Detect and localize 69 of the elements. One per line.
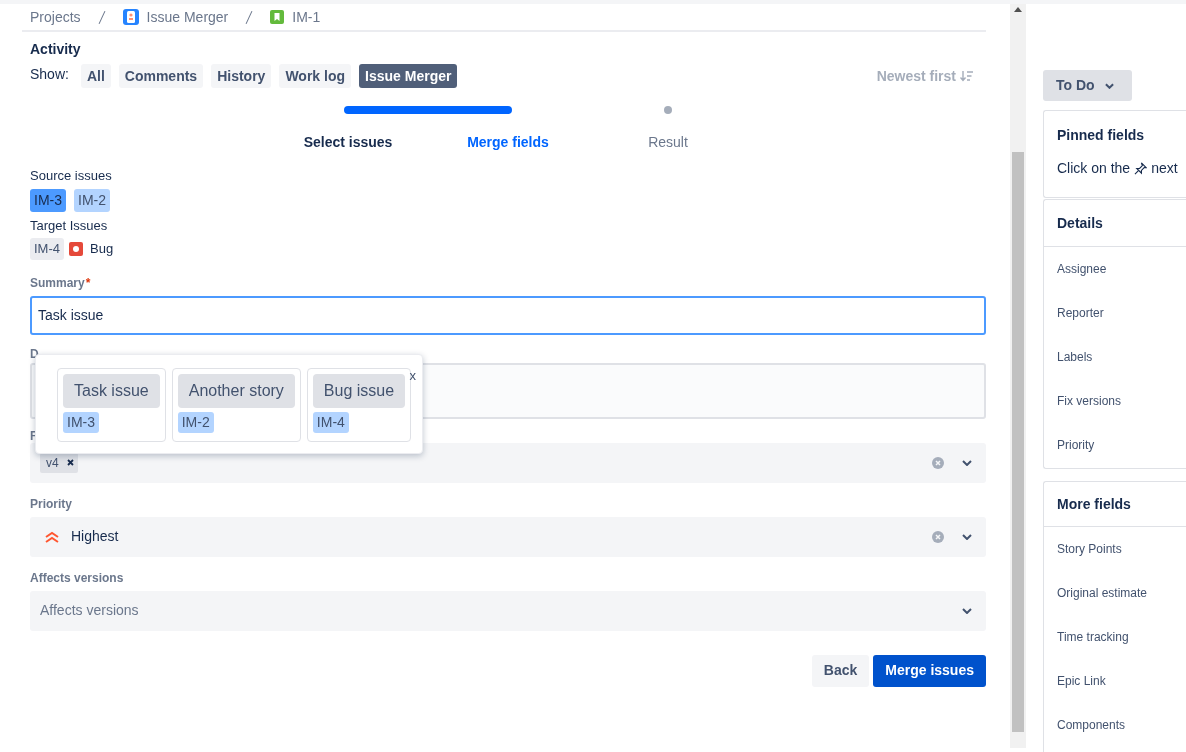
panel-title: More fields: [1044, 482, 1186, 527]
suggestion-card[interactable]: Task issue IM-3: [57, 368, 166, 442]
field-name: Story Points: [1056, 541, 1123, 558]
field-label: Source issues: [30, 167, 113, 185]
field-label: D: [30, 345, 40, 361]
suggestion-text: Task issue: [63, 374, 160, 408]
scrollbar-thumb[interactable]: [1012, 152, 1024, 732]
field-name: Original estimate: [1056, 585, 1149, 602]
issue-key-tag: IM-3: [63, 412, 99, 433]
bug-icon: [69, 241, 83, 256]
issue-type: Bug: [90, 240, 114, 258]
issue-key-tag[interactable]: IM-2: [74, 188, 110, 212]
chevron-down-icon[interactable]: [962, 607, 972, 614]
field-name: Priority: [1056, 437, 1096, 454]
field-name: Time tracking: [1056, 629, 1130, 646]
sort-icon: [960, 70, 974, 82]
scrollbar[interactable]: [1010, 4, 1026, 748]
affects-versions-select[interactable]: Affects versions: [30, 590, 986, 631]
field-name: Labels: [1056, 349, 1094, 366]
field-label: Priority: [30, 495, 73, 513]
priority-select[interactable]: Highest: [30, 516, 986, 557]
show-label: Show:: [30, 64, 69, 84]
issue-key-tag[interactable]: IM-4: [30, 238, 64, 260]
hint-text: next: [1151, 159, 1178, 178]
suggestion-text: Bug issue: [312, 374, 406, 408]
highest-priority-icon: [44, 530, 60, 543]
field-name: Epic Link: [1056, 673, 1107, 690]
filter-tab[interactable]: Work log: [279, 64, 352, 88]
breadcrumb-link[interactable]: Projects: [30, 6, 81, 28]
issue-key-tag: IM-2: [177, 412, 214, 433]
field-name: Assignee: [1056, 261, 1108, 278]
field-label: Target Issues: [30, 216, 109, 235]
panel-title: Pinned fields: [1056, 126, 1146, 145]
hint-text: Click on the: [1057, 159, 1131, 178]
pin-icon: [1134, 162, 1148, 175]
suggestion-text: Another story: [177, 374, 295, 408]
chevron-down-icon: [1104, 82, 1114, 89]
field-name: Components: [1056, 717, 1127, 734]
field-label: Summary: [30, 274, 85, 292]
chevron-down-icon[interactable]: [962, 533, 972, 540]
action-button[interactable]: Merge issues: [873, 654, 986, 687]
required-mark: *: [85, 274, 91, 292]
close-button[interactable]: x: [409, 369, 416, 382]
step-label[interactable]: Result: [648, 132, 688, 153]
remove-icon[interactable]: [66, 459, 74, 466]
step-label[interactable]: Select issues: [303, 132, 393, 153]
suggestion-card[interactable]: Another story IM-2: [171, 368, 301, 442]
breadcrumb-link[interactable]: IM-1: [292, 6, 321, 28]
status-dropdown[interactable]: To Do: [1043, 70, 1132, 101]
version-tag[interactable]: v4: [40, 452, 78, 473]
issue-key-tag[interactable]: IM-3: [30, 188, 66, 212]
field-name: Reporter: [1056, 305, 1105, 322]
chevron-down-icon[interactable]: [962, 459, 972, 466]
project-avatar-icon: [122, 9, 139, 25]
summary-field[interactable]: Task issue: [30, 295, 986, 335]
field-label: Affects versions: [30, 569, 125, 587]
filter-tab[interactable]: Comments: [118, 64, 204, 88]
field-name: Fix versions: [1056, 393, 1122, 410]
action-button[interactable]: Back: [811, 654, 870, 687]
filter-tab[interactable]: Issue Merger: [359, 64, 458, 88]
issue-key-tag: IM-4: [312, 412, 349, 433]
filter-tab[interactable]: History: [211, 64, 272, 88]
section-title: Activity: [30, 40, 82, 59]
step-label[interactable]: Merge fields: [467, 132, 549, 153]
story-icon: [270, 10, 285, 24]
filter-tab[interactable]: All: [80, 64, 111, 88]
scroll-up-icon[interactable]: [1014, 7, 1022, 12]
breadcrumb-link[interactable]: Issue Merger: [146, 6, 229, 28]
panel-title: Details: [1044, 200, 1186, 247]
